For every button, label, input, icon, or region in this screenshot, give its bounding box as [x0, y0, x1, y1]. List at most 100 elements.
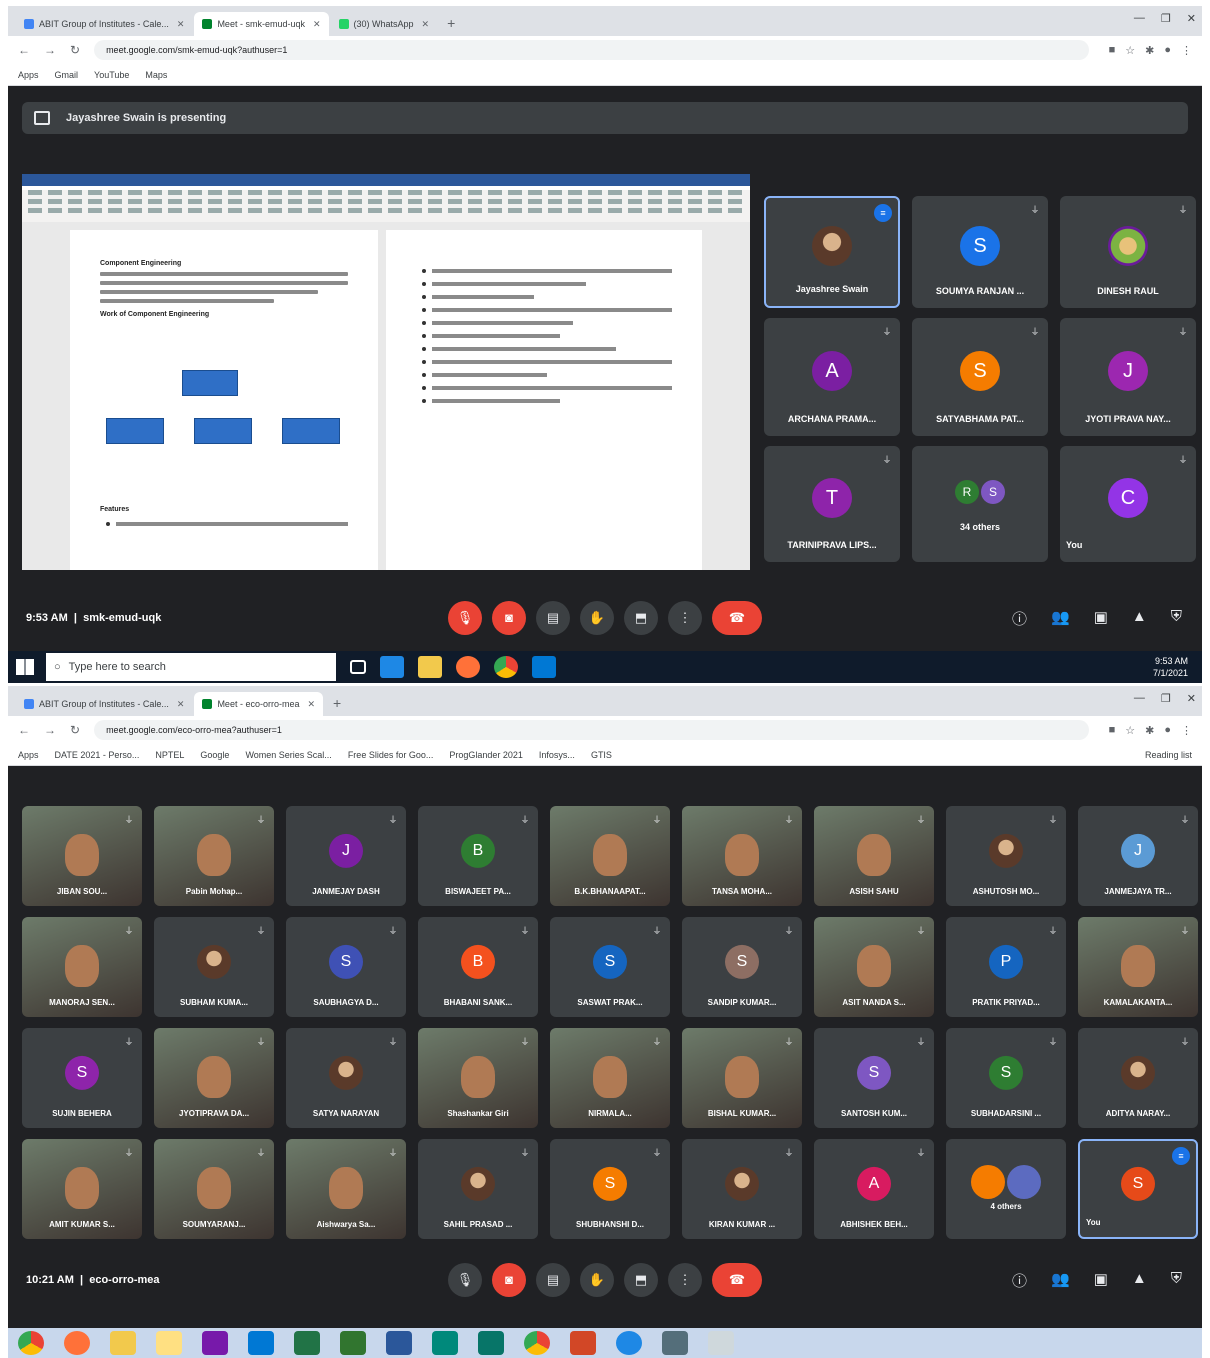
forward-icon[interactable]: →: [44, 43, 56, 57]
bookmark-item[interactable]: Infosys...: [539, 750, 575, 760]
participant-tile[interactable]: S ⏚ SANTOSH KUM...: [814, 1028, 934, 1128]
excel-icon[interactable]: [294, 1331, 320, 1355]
info-icon[interactable]: ⓘ: [1012, 1270, 1027, 1291]
app-icon[interactable]: [432, 1331, 458, 1355]
bookmark-item[interactable]: Women Series Scal...: [245, 750, 331, 760]
leave-call-button[interactable]: ☎: [712, 601, 762, 635]
host-controls-icon[interactable]: ⛨: [1171, 608, 1182, 629]
participant-tile[interactable]: B ⏚ BISWAJEET PA...: [418, 806, 538, 906]
participant-tile[interactable]: A ⏚ ARCHANA PRAMA...: [764, 318, 900, 436]
publisher-icon[interactable]: [478, 1331, 504, 1355]
more-options-button[interactable]: ⋮: [668, 1263, 702, 1297]
bookmark-item[interactable]: NPTEL: [155, 750, 184, 760]
participant-tile[interactable]: S ⏚ SUBHADARSINI ...: [946, 1028, 1066, 1128]
participant-tile[interactable]: ⏚ SATYA NARAYAN: [286, 1028, 406, 1128]
participant-tile[interactable]: ⏚ KAMALAKANTA...: [1078, 917, 1198, 1017]
participant-tile[interactable]: ⏚ ADITYA NARAY...: [1078, 1028, 1198, 1128]
close-icon[interactable]: ✕: [422, 19, 430, 30]
participant-tile[interactable]: J ⏚ JYOTI PRAVA NAY...: [1060, 318, 1196, 436]
star-icon[interactable]: ☆: [1125, 44, 1135, 57]
bookmark-gmail[interactable]: Gmail: [55, 70, 79, 80]
back-icon[interactable]: ←: [18, 723, 30, 737]
paint-icon[interactable]: [708, 1331, 734, 1355]
menu-icon[interactable]: ⋮: [1181, 724, 1192, 737]
edge-icon[interactable]: [380, 656, 404, 678]
participant-tile[interactable]: ⏚ Shashankar Giri: [418, 1028, 538, 1128]
participant-tile[interactable]: ≡ Jayashree Swain: [764, 196, 900, 308]
chat-icon[interactable]: ▣: [1094, 1270, 1108, 1291]
participant-tile[interactable]: ⏚ Aishwarya Sa...: [286, 1139, 406, 1239]
participant-tile[interactable]: ⏚ TANSA MOHA...: [682, 806, 802, 906]
file-explorer-icon[interactable]: [110, 1331, 136, 1355]
bookmark-item[interactable]: ProgGlander 2021: [449, 750, 523, 760]
participant-tile[interactable]: S ⏚ SOUMYA RANJAN ...: [912, 196, 1048, 308]
participant-tile[interactable]: ⏚ SOUMYARANJ...: [154, 1139, 274, 1239]
powerpoint-icon[interactable]: [570, 1331, 596, 1355]
participant-tile[interactable]: ⏚ SUBHAM KUMA...: [154, 917, 274, 1017]
bookmark-youtube[interactable]: YouTube: [94, 70, 129, 80]
info-icon[interactable]: ⓘ: [1012, 608, 1027, 629]
participant-tile[interactable]: ⏚ ASIT NANDA S...: [814, 917, 934, 1017]
windows-start-icon[interactable]: [16, 659, 34, 675]
profile-avatar-icon[interactable]: ●: [1164, 724, 1171, 736]
mic-toggle-button[interactable]: 🎙: [448, 601, 482, 635]
extensions-icon[interactable]: ✱: [1145, 44, 1154, 57]
participant-tile[interactable]: ⏚ NIRMALA...: [550, 1028, 670, 1128]
project-icon[interactable]: [340, 1331, 366, 1355]
outlook-icon[interactable]: [248, 1331, 274, 1355]
bookmark-item[interactable]: GTIS: [591, 750, 612, 760]
activities-icon[interactable]: ▲: [1132, 608, 1147, 629]
onenote-icon[interactable]: [202, 1331, 228, 1355]
minimize-icon[interactable]: —: [1134, 692, 1145, 705]
tab-abit[interactable]: ABIT Group of Institutes - Cale... ✕: [16, 692, 192, 716]
participant-tile[interactable]: ⏚ MANORAJ SEN...: [22, 917, 142, 1017]
bookmark-item[interactable]: DATE 2021 - Perso...: [55, 750, 140, 760]
chrome-icon[interactable]: [494, 656, 518, 678]
camera-toggle-button[interactable]: ◙: [492, 601, 526, 635]
star-icon[interactable]: ☆: [1125, 724, 1135, 737]
raise-hand-button[interactable]: ✋: [580, 601, 614, 635]
bookmark-apps[interactable]: Apps: [18, 70, 39, 80]
participant-tile[interactable]: J ⏚ JANMEJAYA TR...: [1078, 806, 1198, 906]
captions-button[interactable]: ▤: [536, 601, 570, 635]
url-field[interactable]: meet.google.com/smk-emud-uqk?authuser=1: [94, 40, 1089, 60]
firefox-icon[interactable]: [456, 656, 480, 678]
participant-tile[interactable]: S ⏚ SASWAT PRAK...: [550, 917, 670, 1017]
more-options-button[interactable]: ⋮: [668, 601, 702, 635]
minimize-icon[interactable]: —: [1134, 12, 1145, 25]
participant-tile[interactable]: ⏚ ASISH SAHU: [814, 806, 934, 906]
reload-icon[interactable]: ↻: [70, 723, 80, 737]
firefox-icon[interactable]: [64, 1331, 90, 1355]
participant-tile[interactable]: ⏚ SAHIL PRASAD ...: [418, 1139, 538, 1239]
participant-tile[interactable]: S ⏚ SHUBHANSHI D...: [550, 1139, 670, 1239]
file-explorer-icon[interactable]: [418, 656, 442, 678]
captions-button[interactable]: ▤: [536, 1263, 570, 1297]
participant-tile[interactable]: S ⏚ SATYABHAMA PAT...: [912, 318, 1048, 436]
tab-meet[interactable]: Meet - eco-orro-mea ✕: [194, 692, 324, 716]
participant-tile[interactable]: ⏚ AMIT KUMAR S...: [22, 1139, 142, 1239]
participant-tile[interactable]: ⏚ JYOTIPRAVA DA...: [154, 1028, 274, 1128]
word-icon[interactable]: [386, 1331, 412, 1355]
store-icon[interactable]: [532, 656, 556, 678]
participant-tile[interactable]: A ⏚ ABHISHEK BEH...: [814, 1139, 934, 1239]
others-tile[interactable]: 4 others: [946, 1139, 1066, 1239]
profile-avatar-icon[interactable]: ●: [1164, 44, 1171, 56]
tab-abit[interactable]: ABIT Group of Institutes - Cale... ✕: [16, 12, 192, 36]
participant-tile[interactable]: ⏚ B.K.BHANAAPAT...: [550, 806, 670, 906]
participant-tile[interactable]: ⏚ ASHUTOSH MO...: [946, 806, 1066, 906]
back-icon[interactable]: ←: [18, 43, 30, 57]
maximize-icon[interactable]: ❐: [1161, 692, 1171, 705]
present-button[interactable]: ⬒: [624, 601, 658, 635]
present-button[interactable]: ⬒: [624, 1263, 658, 1297]
close-icon[interactable]: ✕: [307, 699, 315, 710]
new-tab-button[interactable]: +: [325, 692, 349, 716]
close-icon[interactable]: ✕: [177, 699, 185, 710]
close-window-icon[interactable]: ✕: [1187, 12, 1196, 25]
bookmark-maps[interactable]: Maps: [145, 70, 167, 80]
participant-tile[interactable]: S ⏚ SANDIP KUMAR...: [682, 917, 802, 1017]
extensions-icon[interactable]: ✱: [1145, 724, 1154, 737]
bookmark-item[interactable]: Google: [200, 750, 229, 760]
mic-toggle-button[interactable]: 🎙: [448, 1263, 482, 1297]
people-icon[interactable]: 👥: [1051, 608, 1070, 629]
others-tile[interactable]: R S 34 others: [912, 446, 1048, 562]
